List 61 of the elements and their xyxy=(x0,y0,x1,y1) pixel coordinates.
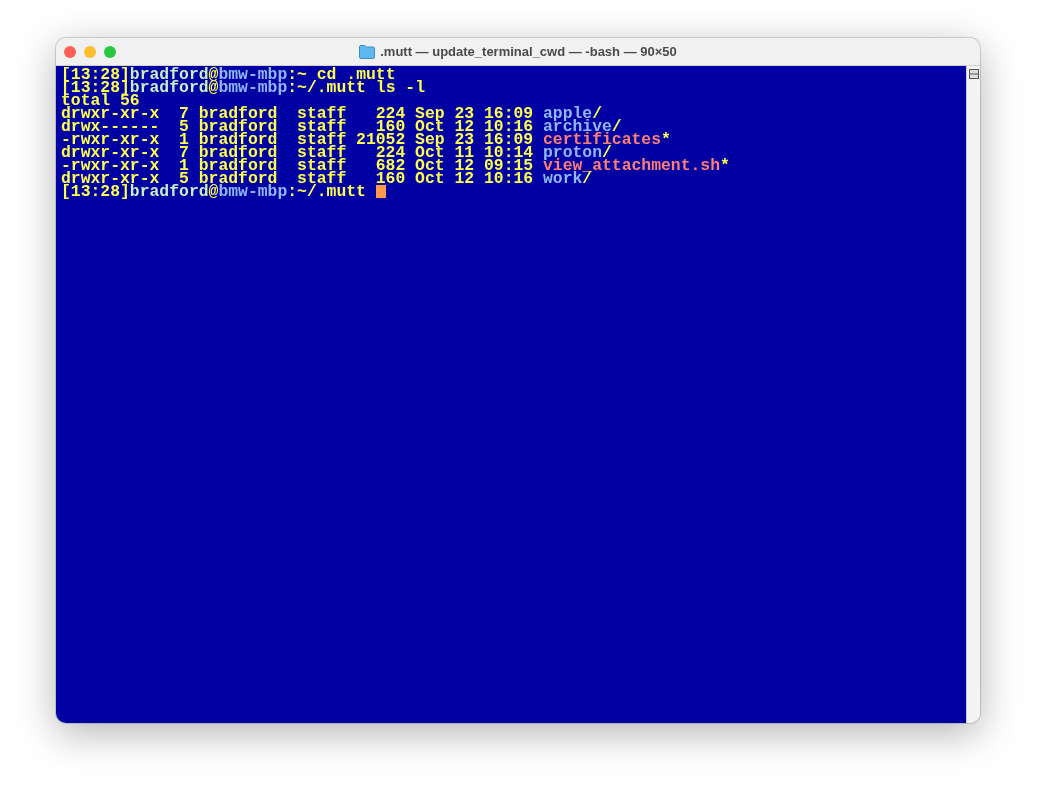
day-text: 12 xyxy=(454,172,475,185)
close-button[interactable] xyxy=(64,46,76,58)
month-text: Oct xyxy=(415,172,445,185)
scrollbar[interactable] xyxy=(966,66,980,723)
prompt-text: [13:28] xyxy=(61,81,130,94)
file-size: 224 xyxy=(375,146,406,159)
day-text: 12 xyxy=(454,120,475,133)
folder-icon xyxy=(359,44,376,59)
month-text: Oct xyxy=(415,120,445,133)
file-name: apple/ xyxy=(543,107,602,120)
link-count: 7 xyxy=(179,107,189,120)
prompt-text: bmw-mbp xyxy=(218,185,288,198)
file-size: 224 xyxy=(374,107,406,120)
file-name: proton/ xyxy=(543,146,612,159)
prompt-text: :~/.mutt xyxy=(287,185,366,198)
output-text: total 56 xyxy=(61,94,140,107)
prompt-text: [13:28] xyxy=(61,185,130,198)
time-text: 09:15 xyxy=(483,159,534,172)
month-text: Sep xyxy=(415,107,445,120)
link-count: 7 xyxy=(179,146,189,159)
prompt-text: @ xyxy=(208,68,219,81)
day-text: 11 xyxy=(454,146,475,159)
month-text: Oct xyxy=(415,159,445,172)
minimize-button[interactable] xyxy=(84,46,96,58)
link-count: 1 xyxy=(179,133,189,146)
time-text: 10:14 xyxy=(483,146,534,159)
split-pane-icon[interactable] xyxy=(968,69,979,79)
file-size: 160 xyxy=(375,120,406,133)
command-text: cd .mutt xyxy=(316,68,396,81)
permissions-text: drwxr-xr-x xyxy=(61,146,160,159)
permissions-text: -rwxr-xr-x xyxy=(61,159,160,172)
day-text: 23 xyxy=(454,133,475,146)
day-text: 12 xyxy=(454,159,475,172)
prompt-text: @ xyxy=(208,185,219,198)
link-count: 5 xyxy=(179,120,189,133)
file-name: view_attachment.sh* xyxy=(543,159,730,172)
zoom-button[interactable] xyxy=(104,46,116,58)
time-text: 10:16 xyxy=(483,120,534,133)
file-name: work/ xyxy=(543,172,593,185)
permissions-text: -rwxr-xr-x xyxy=(61,133,160,146)
file-size: 682 xyxy=(374,159,406,172)
prompt-text: bmw-mbp xyxy=(218,68,288,81)
prompt-text: bmw-mbp xyxy=(218,81,288,94)
time-text: 16:09 xyxy=(483,133,534,146)
day-text: 23 xyxy=(454,107,475,120)
time-text: 16:09 xyxy=(483,107,534,120)
permissions-text: drwxr-xr-x xyxy=(61,107,160,120)
prompt-text: @ xyxy=(208,81,219,94)
file-size: 160 xyxy=(374,172,406,185)
file-size: 21052 xyxy=(355,133,406,146)
month-text: Sep xyxy=(415,133,445,146)
prompt-text: :~ xyxy=(287,68,307,81)
prompt-text: :~/.mutt xyxy=(287,81,366,94)
link-count: 1 xyxy=(179,159,189,172)
prompt-text: [13:28] xyxy=(61,68,130,81)
permissions-text: drwx------ xyxy=(61,120,160,133)
command-text: ls -l xyxy=(375,81,425,94)
month-text: Oct xyxy=(415,146,445,159)
file-name: archive/ xyxy=(543,120,622,133)
time-text: 10:16 xyxy=(483,172,534,185)
window-title: .mutt — update_terminal_cwd — -bash — 90×50 xyxy=(380,44,677,59)
